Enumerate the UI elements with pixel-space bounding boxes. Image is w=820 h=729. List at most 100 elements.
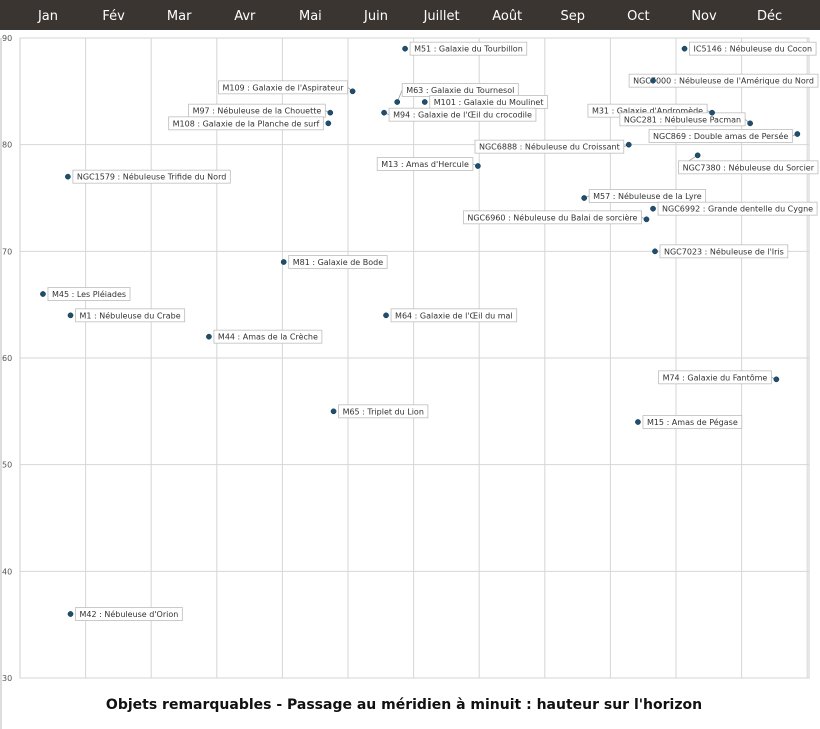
month-label: Nov	[691, 9, 717, 24]
y-tick-label: 40	[2, 567, 12, 576]
y-tick-label: 30	[2, 674, 12, 683]
month-label: Déc	[757, 9, 782, 24]
point-label-text: M97 : Nébuleuse de la Chouette	[193, 106, 322, 116]
data-point	[681, 45, 688, 52]
data-point	[709, 109, 715, 116]
point-label-text: M13 : Amas d'Hercule	[381, 160, 469, 169]
point-label: M1 : Nébuleuse du Crabe	[75, 308, 186, 323]
point-label: NGC6888 : Nébuleuse du Croissant	[474, 139, 625, 154]
point-label-text: NGC7023 : Nébuleuse de l'Iris	[664, 246, 784, 256]
y-tick-label: 80	[2, 141, 12, 150]
data-point	[694, 152, 701, 159]
point-label: M13 : Amas d'Hercule	[376, 157, 474, 171]
point-label: NGC7380 : Nébuleuse du Sorcier	[678, 160, 819, 175]
month-label: Sep	[561, 9, 586, 24]
point-label-text: M44 : Amas de la Crèche	[218, 332, 318, 342]
point-label: M44 : Amas de la Crèche	[213, 329, 323, 344]
data-point	[65, 173, 71, 180]
data-point	[67, 611, 74, 617]
data-point	[280, 259, 287, 265]
point-label-text: M109 : Galaxie de l'Aspirateur	[222, 83, 344, 92]
data-point	[325, 120, 332, 127]
point-label: NGC281 : Nébuleuse Pacman	[619, 112, 746, 127]
month-label: Juin	[363, 9, 388, 24]
month-label: Mar	[167, 9, 192, 24]
point-label-text: M45 : Les Pléiades	[52, 289, 126, 299]
point-label: M45 : Les Pléiades	[47, 287, 131, 301]
point-label-text: M74 : Galaxie du Fantôme	[663, 372, 768, 382]
data-point	[421, 99, 428, 105]
point-label-text: M15 : Amas de Pégase	[647, 417, 738, 427]
point-label: M81 : Galaxie de Bode	[288, 255, 388, 269]
point-label-text: NGC7380 : Nébuleuse du Sorcier	[683, 162, 815, 172]
point-label-text: IC5146 : Nébuleuse du Cocon	[694, 44, 813, 54]
point-label-text: M94 : Galaxie de l'Œil du crocodile	[393, 111, 532, 120]
chart-title: Objets remarquables - Passage au méridie…	[106, 697, 702, 713]
point-label-text: NGC6992 : Grande dentelle du Cygne	[662, 205, 813, 214]
point-label: NGC869 : Double amas de Persée	[648, 129, 793, 143]
data-point	[635, 419, 641, 425]
point-label: M109 : Galaxie de l'Aspirateur	[218, 80, 348, 95]
point-label: IC5146 : Nébuleuse du Cocon	[689, 41, 817, 56]
y-tick-label: 50	[2, 461, 12, 470]
point-label: M57 : Nébuleuse de la Lyre	[588, 189, 707, 203]
month-label: Avr	[234, 9, 256, 24]
month-label: Jan	[37, 9, 58, 24]
month-label: Fév	[102, 9, 125, 24]
data-point	[383, 312, 389, 319]
data-point	[475, 163, 481, 169]
point-label-text: NGC6960 : Nébuleuse du Balai de sorcière	[467, 212, 637, 222]
point-label: M51 : Galaxie du Tourbillon	[409, 41, 528, 56]
data-point	[643, 216, 650, 223]
point-label: NGC6992 : Grande dentelle du Cygne	[657, 201, 818, 216]
point-label: M63 : Galaxie du Tournesol	[401, 83, 519, 97]
y-tick-label: 70	[2, 247, 12, 256]
month-label: Mai	[299, 9, 322, 24]
data-point	[402, 45, 408, 52]
point-label: M64 : Galaxie de l'Œil du mal	[390, 308, 518, 323]
point-label-text: M42 : Nébuleuse d'Orion	[80, 609, 179, 619]
data-point	[794, 131, 801, 137]
data-point	[40, 291, 46, 297]
point-label-text: M51 : Galaxie du Tourbillon	[414, 45, 523, 54]
point-label: NGC6960 : Nébuleuse du Balai de sorcière	[462, 210, 642, 225]
point-label-text: M65 : Triplet du Lion	[343, 407, 424, 416]
point-label: M65 : Triplet du Lion	[338, 404, 429, 419]
point-label: M108 : Galaxie de la Planche de surf	[168, 116, 324, 131]
point-label-text: NGC6888 : Nébuleuse du Croissant	[479, 142, 620, 152]
chart: Jan Fév Mar Avr Mai Juin Juillet Août Sep Oct Nov D…	[0, 0, 820, 729]
point-label: M42 : Nébuleuse d'Orion	[75, 607, 183, 621]
point-label: M101 : Galaxie du Moulinet	[429, 95, 548, 109]
data-point	[652, 248, 658, 255]
point-label: M15 : Amas de Pégase	[642, 415, 743, 429]
data-point	[625, 141, 632, 148]
point-label-text: NGC869 : Double amas de Persée	[653, 131, 788, 141]
point-label-text: M1 : Nébuleuse du Crabe	[80, 310, 181, 320]
point-label-text: M101 : Galaxie du Moulinet	[434, 98, 544, 107]
data-point	[581, 195, 588, 201]
data-point	[747, 120, 753, 127]
y-tick-label: 60	[2, 354, 12, 363]
data-point	[67, 312, 74, 319]
y-tick-label: 90	[2, 34, 12, 43]
data-point	[330, 408, 337, 415]
data-point	[394, 99, 401, 105]
data-point	[206, 333, 212, 340]
month-label: Août	[492, 9, 522, 24]
point-label: NGC7000 : Nébuleuse de l'Amérique du Nor…	[628, 73, 819, 88]
point-labels: NGC1579 : Nébuleuse Trifide du Nord M45 :…	[47, 41, 819, 621]
point-label: M74 : Galaxie du Fantôme	[658, 370, 772, 385]
month-label: Oct	[627, 9, 649, 24]
data-point	[327, 109, 334, 116]
point-label-text: M63 : Galaxie du Tournesol	[406, 86, 514, 95]
data-point	[381, 109, 387, 116]
point-label-text: NGC281 : Nébuleuse Pacman	[624, 114, 741, 124]
point-label: NGC1579 : Nébuleuse Trifide du Nord	[72, 169, 231, 184]
point-label-text: NGC7000 : Nébuleuse de l'Amérique du Nor…	[633, 76, 814, 86]
point-label-text: M81 : Galaxie de Bode	[293, 258, 384, 267]
y-axis: 30 40 50 60 70 80 90	[2, 34, 12, 683]
point-label: M97 : Nébuleuse de la Chouette	[188, 103, 326, 118]
point-label-text: M57 : Nébuleuse de la Lyre	[593, 191, 702, 201]
point-label: M94 : Galaxie de l'Œil du crocodile	[388, 107, 537, 122]
point-label: NGC7023 : Nébuleuse de l'Iris	[659, 244, 789, 259]
